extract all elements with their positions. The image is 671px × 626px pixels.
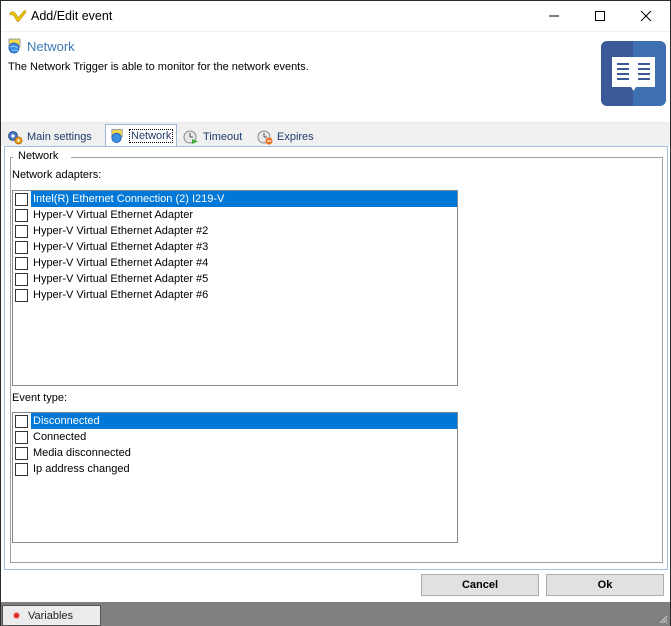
resize-grip-icon[interactable] bbox=[658, 614, 668, 624]
network-adapters-list[interactable]: Intel(R) Ethernet Connection (2) I219-V H… bbox=[12, 190, 458, 386]
cancel-button[interactable]: Cancel bbox=[421, 574, 539, 596]
tab-network[interactable]: Network bbox=[105, 124, 178, 147]
add-edit-event-window: Add/Edit event Network The Network Trigg… bbox=[0, 0, 671, 626]
list-item[interactable]: Ip address changed bbox=[13, 461, 457, 477]
tab-label: Network bbox=[129, 129, 174, 143]
tab-label: Main settings bbox=[27, 130, 92, 143]
variables-tab[interactable]: Variables bbox=[2, 605, 101, 626]
tab-expires[interactable]: Expires bbox=[257, 126, 314, 147]
checkbox[interactable] bbox=[15, 272, 28, 286]
bottom-dock: Variables bbox=[1, 602, 670, 626]
minimize-icon bbox=[549, 15, 559, 17]
group-title: Network bbox=[16, 150, 61, 162]
list-item[interactable]: Hyper-V Virtual Ethernet Adapter #2 bbox=[13, 223, 457, 239]
tab-label: Expires bbox=[277, 130, 314, 143]
list-item-label: Media disconnected bbox=[33, 447, 131, 459]
variables-status-icon bbox=[13, 612, 20, 619]
checkbox[interactable] bbox=[15, 446, 28, 460]
list-item[interactable]: Connected bbox=[13, 429, 457, 445]
network-groupbox: Network Network adapters: Intel(R) Ether… bbox=[10, 150, 663, 563]
list-item[interactable]: Hyper-V Virtual Ethernet Adapter bbox=[13, 207, 457, 223]
trigger-header: Network The Network Trigger is able to m… bbox=[1, 32, 670, 122]
list-item[interactable]: Hyper-V Virtual Ethernet Adapter #4 bbox=[13, 255, 457, 271]
list-item-label: Hyper-V Virtual Ethernet Adapter #3 bbox=[33, 241, 209, 253]
event-type-list[interactable]: Disconnected Connected Media disconnected I… bbox=[12, 412, 458, 543]
checkbox[interactable] bbox=[15, 288, 28, 302]
app-logo-icon bbox=[9, 10, 27, 22]
clock-arrow-icon bbox=[183, 130, 198, 144]
maximize-icon bbox=[595, 11, 605, 21]
book-icon bbox=[601, 41, 666, 106]
checkbox[interactable] bbox=[15, 208, 28, 222]
network-tab-panel: Network Network adapters: Intel(R) Ether… bbox=[4, 146, 668, 570]
adapters-label: Network adapters: bbox=[12, 169, 102, 181]
checkbox[interactable] bbox=[15, 192, 28, 206]
tab-timeout[interactable]: Timeout bbox=[183, 126, 242, 147]
clock-stop-icon bbox=[257, 130, 273, 144]
network-icon bbox=[111, 129, 123, 143]
close-button[interactable] bbox=[623, 1, 669, 31]
network-icon bbox=[8, 38, 21, 54]
tab-label: Timeout bbox=[203, 130, 243, 143]
list-item-label: Hyper-V Virtual Ethernet Adapter #6 bbox=[33, 289, 209, 301]
list-item[interactable]: Media disconnected bbox=[13, 445, 457, 461]
gear-icon bbox=[8, 130, 23, 144]
list-item[interactable]: Hyper-V Virtual Ethernet Adapter #6 bbox=[13, 287, 457, 303]
event-type-label: Event type: bbox=[12, 392, 68, 404]
list-item-label: Disconnected bbox=[31, 413, 457, 429]
checkbox[interactable] bbox=[15, 256, 28, 270]
window-title: Add/Edit event bbox=[31, 9, 113, 23]
list-item-label: Hyper-V Virtual Ethernet Adapter #2 bbox=[33, 225, 209, 237]
list-item[interactable]: Hyper-V Virtual Ethernet Adapter #3 bbox=[13, 239, 457, 255]
list-item[interactable]: Intel(R) Ethernet Connection (2) I219-V bbox=[13, 191, 457, 207]
list-item-label: Intel(R) Ethernet Connection (2) I219-V bbox=[31, 191, 457, 207]
tab-main-settings[interactable]: Main settings bbox=[7, 126, 92, 147]
header-title: Network bbox=[27, 39, 75, 54]
checkbox[interactable] bbox=[15, 240, 28, 254]
tab-strip: Main settings Network Timeout Expires bbox=[1, 122, 670, 147]
ok-button[interactable]: Ok bbox=[546, 574, 664, 596]
checkbox[interactable] bbox=[15, 462, 28, 476]
close-icon bbox=[640, 10, 652, 22]
list-item-label: Ip address changed bbox=[33, 463, 130, 475]
list-item-label: Connected bbox=[33, 431, 87, 443]
list-item[interactable]: Disconnected bbox=[13, 413, 457, 429]
variables-label: Variables bbox=[28, 609, 74, 622]
list-item-label: Hyper-V Virtual Ethernet Adapter bbox=[33, 209, 193, 221]
minimize-button[interactable] bbox=[531, 1, 577, 31]
checkbox[interactable] bbox=[15, 414, 28, 428]
list-item[interactable]: Hyper-V Virtual Ethernet Adapter #5 bbox=[13, 271, 457, 287]
list-item-label: Hyper-V Virtual Ethernet Adapter #4 bbox=[33, 257, 209, 269]
maximize-button[interactable] bbox=[577, 1, 623, 31]
list-item-label: Hyper-V Virtual Ethernet Adapter #5 bbox=[33, 273, 209, 285]
header-description: The Network Trigger is able to monitor f… bbox=[8, 61, 309, 73]
title-bar: Add/Edit event bbox=[1, 1, 670, 32]
checkbox[interactable] bbox=[15, 224, 28, 238]
checkbox[interactable] bbox=[15, 430, 28, 444]
